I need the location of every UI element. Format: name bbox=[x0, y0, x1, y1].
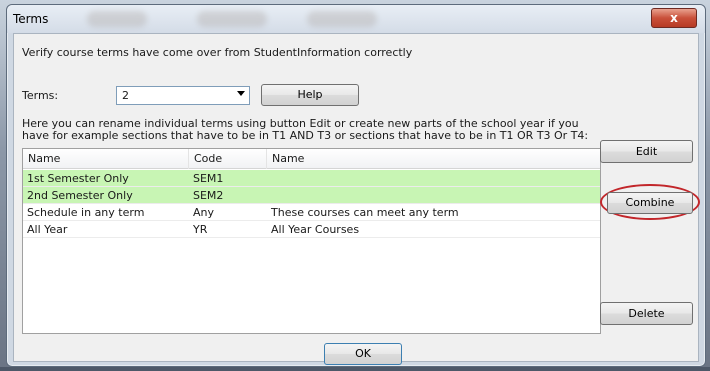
term-code-cell: YR bbox=[193, 223, 208, 236]
blurred-background-text bbox=[87, 11, 147, 27]
term-code-cell: SEM1 bbox=[193, 172, 224, 185]
term-name-cell: 2nd Semester Only bbox=[27, 189, 133, 202]
column-header-description[interactable]: Name bbox=[267, 149, 602, 169]
term-description-cell: These courses can meet any term bbox=[271, 206, 459, 219]
table-row[interactable]: All Year YR All Year Courses bbox=[23, 221, 600, 238]
help-button[interactable]: Help bbox=[261, 84, 359, 106]
verify-instructions: Verify course terms have come over from … bbox=[22, 46, 413, 59]
terms-dropdown[interactable]: 2 bbox=[116, 86, 250, 105]
term-code-cell: SEM2 bbox=[193, 189, 224, 202]
term-name-cell: Schedule in any term bbox=[27, 206, 145, 219]
column-header-name[interactable]: Name bbox=[23, 149, 189, 169]
terms-label: Terms: bbox=[22, 89, 59, 102]
blurred-background-text bbox=[307, 11, 377, 27]
terms-dropdown-value: 2 bbox=[122, 89, 129, 102]
terms-dialog: Terms x Verify course terms have come ov… bbox=[6, 4, 706, 367]
delete-button[interactable]: Delete bbox=[600, 302, 693, 325]
taskbar-edge bbox=[0, 367, 710, 371]
combine-button[interactable]: Combine bbox=[607, 192, 693, 214]
term-code-cell: Any bbox=[193, 206, 215, 219]
chevron-down-icon bbox=[237, 91, 245, 96]
title-bar: Terms x bbox=[7, 5, 705, 33]
table-header: Name Code Name bbox=[23, 149, 600, 169]
terms-table: Name Code Name 1st Semester Only SEM1 2n… bbox=[22, 148, 601, 334]
term-description-cell bbox=[267, 187, 602, 204]
edit-button[interactable]: Edit bbox=[600, 140, 693, 163]
table-row[interactable]: 2nd Semester Only SEM2 bbox=[23, 187, 600, 204]
term-name-cell: 1st Semester Only bbox=[27, 172, 129, 185]
term-description-cell bbox=[267, 170, 602, 187]
blurred-background-text bbox=[197, 11, 267, 27]
column-header-code[interactable]: Code bbox=[189, 149, 267, 169]
rename-instructions: Here you can rename individual terms usi… bbox=[22, 117, 589, 142]
ok-button[interactable]: OK bbox=[324, 343, 402, 365]
term-description-cell: All Year Courses bbox=[271, 223, 360, 236]
window-title: Terms bbox=[13, 12, 49, 26]
close-icon: x bbox=[670, 11, 678, 25]
table-row[interactable]: Schedule in any term Any These courses c… bbox=[23, 204, 600, 221]
close-button[interactable]: x bbox=[651, 8, 697, 28]
term-name-cell: All Year bbox=[27, 223, 68, 236]
dialog-body: Verify course terms have come over from … bbox=[13, 33, 700, 365]
table-row[interactable]: 1st Semester Only SEM1 bbox=[23, 170, 600, 187]
